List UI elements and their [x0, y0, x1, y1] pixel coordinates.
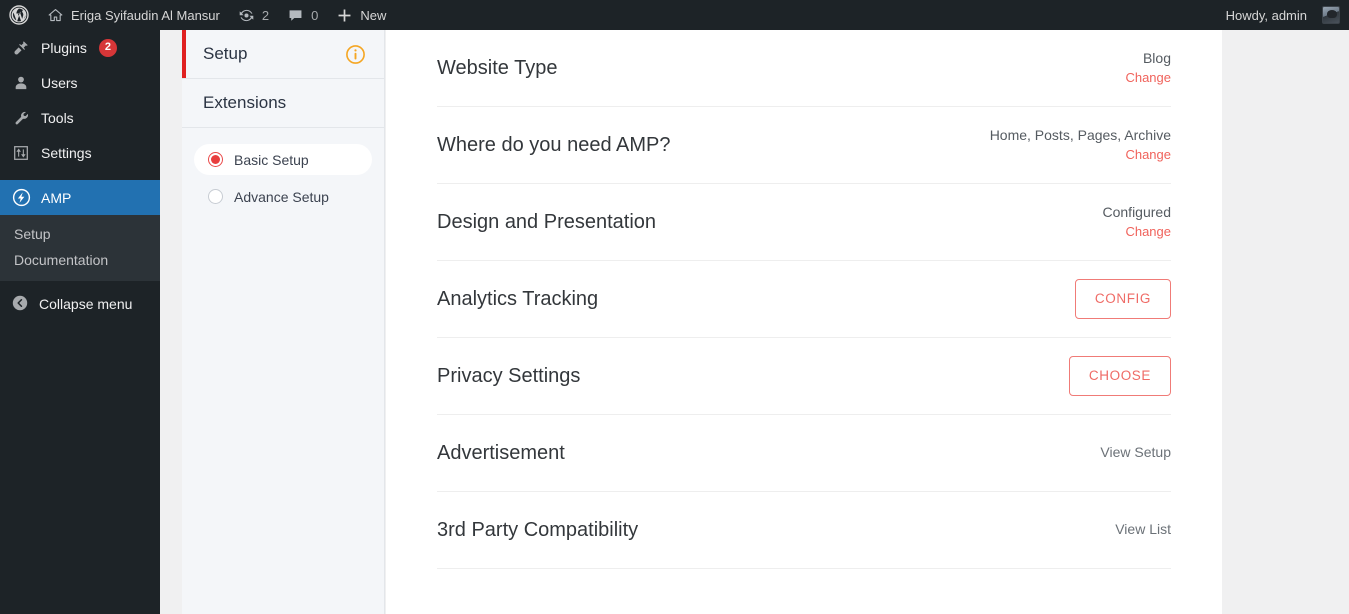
choose-button[interactable]: CHOOSE: [1068, 356, 1171, 396]
change-link[interactable]: Change: [1103, 223, 1171, 242]
row-value: Home, Posts, Pages, Archive: [989, 127, 1171, 144]
sidebar-item-label: Plugins: [41, 39, 87, 56]
config-button[interactable]: CONFIG: [1074, 279, 1171, 319]
view-setup-link[interactable]: View Setup: [1100, 444, 1171, 460]
sidebar-item-tools[interactable]: Tools: [0, 100, 160, 135]
row-title: Website Type: [437, 56, 558, 79]
row-right: CHOOSE: [1068, 356, 1171, 396]
sidebar-item-label: AMP: [41, 189, 72, 206]
plugins-icon: [11, 38, 31, 58]
setup-mode-radio-group: Basic Setup Advance Setup: [182, 128, 384, 212]
submenu-item-documentation[interactable]: Documentation: [0, 247, 160, 273]
row-value: Configured: [1102, 204, 1172, 221]
change-link[interactable]: Change: [990, 146, 1171, 165]
amp-submenu: Setup Documentation: [0, 215, 160, 281]
avatar: [1322, 6, 1340, 24]
site-name-menu[interactable]: Eriga Syifaudin Al Mansur: [38, 0, 229, 30]
row-right: Home, Posts, Pages, Archive Change: [990, 125, 1171, 164]
row-right: View List: [1115, 518, 1171, 541]
row-title: Advertisement: [437, 441, 565, 464]
sidebar-item-amp[interactable]: AMP: [0, 180, 168, 215]
sidebar-item-label: Settings: [41, 144, 92, 161]
tools-icon: [11, 108, 31, 128]
change-link[interactable]: Change: [1125, 69, 1171, 88]
menu-separator: [0, 170, 160, 180]
new-content-menu[interactable]: New: [327, 0, 395, 30]
comments-menu[interactable]: 0: [278, 0, 327, 30]
updates-count: 2: [261, 7, 270, 23]
collapse-menu-button[interactable]: Collapse menu: [0, 287, 160, 321]
updates-menu[interactable]: 2: [229, 0, 278, 30]
row-value: Blog: [1142, 50, 1171, 67]
sidebar-item-users[interactable]: Users: [0, 65, 160, 100]
row-title: Design and Presentation: [437, 210, 657, 233]
row-right: Configured Change: [1103, 202, 1172, 241]
radio-basic-setup-label: Basic Setup: [234, 151, 309, 168]
updates-icon: [238, 7, 255, 24]
comments-count: 0: [311, 7, 319, 23]
plugins-update-badge: 2: [98, 38, 117, 57]
submenu-item-setup[interactable]: Setup: [0, 221, 160, 247]
tab-setup[interactable]: Setup: [182, 30, 384, 79]
info-icon[interactable]: [345, 44, 366, 65]
table-row: Analytics Tracking CONFIG: [437, 261, 1171, 338]
comments-icon: [287, 7, 304, 24]
wordpress-logo-icon: [9, 5, 29, 25]
collapse-icon: [11, 294, 29, 315]
home-icon: [47, 7, 64, 24]
sidebar-item-plugins[interactable]: Plugins 2: [0, 30, 160, 65]
amp-icon: [11, 188, 31, 208]
table-row: Privacy Settings CHOOSE: [437, 338, 1171, 415]
tab-setup-label: Setup: [203, 44, 248, 63]
row-title: 3rd Party Compatibility: [437, 518, 639, 541]
view-list-link[interactable]: View List: [1115, 521, 1171, 537]
row-right: View Setup: [1100, 441, 1171, 464]
radio-basic-setup[interactable]: Basic Setup: [194, 144, 372, 175]
radio-advance-setup[interactable]: Advance Setup: [194, 181, 372, 212]
howdy-label: Howdy, admin: [1225, 7, 1307, 23]
settings-icon: [11, 143, 31, 163]
admin-sidebar-menu: Plugins 2 Users Tools Settings AMP Setup…: [0, 30, 168, 614]
settings-nav-panel: Setup Extensions Basic Setup Advance Set…: [182, 30, 385, 614]
row-title: Analytics Tracking: [437, 287, 599, 310]
tab-extensions-label: Extensions: [203, 93, 287, 112]
sidebar-item-label: Tools: [41, 109, 74, 126]
amp-setup-page: Setup Extensions Basic Setup Advance Set…: [160, 30, 1349, 614]
users-icon: [11, 73, 31, 93]
table-row: Advertisement View Setup: [437, 415, 1171, 492]
my-account-menu[interactable]: Howdy, admin: [1217, 0, 1349, 30]
collapse-menu-label: Collapse menu: [39, 296, 133, 312]
row-right: CONFIG: [1074, 279, 1171, 319]
radio-advance-setup-label: Advance Setup: [234, 188, 329, 205]
settings-content-card: Website Type Blog Change Where do you ne…: [386, 30, 1222, 614]
sidebar-item-settings[interactable]: Settings: [0, 135, 160, 170]
plus-icon: [336, 7, 353, 24]
table-row: Where do you need AMP? Home, Posts, Page…: [437, 107, 1171, 184]
sidebar-item-label: Users: [41, 74, 78, 91]
tab-extensions[interactable]: Extensions: [182, 79, 384, 128]
site-name-label: Eriga Syifaudin Al Mansur: [71, 7, 220, 23]
table-row: Design and Presentation Configured Chang…: [437, 184, 1171, 261]
row-title: Privacy Settings: [437, 364, 581, 387]
admin-bar: Eriga Syifaudin Al Mansur 2 0 New Howdy,…: [0, 0, 1349, 30]
radio-indicator: [208, 189, 223, 204]
new-content-label: New: [360, 7, 387, 23]
radio-indicator: [208, 152, 223, 167]
table-row: 3rd Party Compatibility View List: [437, 492, 1171, 569]
table-row: Website Type Blog Change: [437, 30, 1171, 107]
row-title: Where do you need AMP?: [437, 133, 671, 156]
row-right: Blog Change: [1125, 48, 1171, 87]
wp-logo-menu[interactable]: [0, 0, 38, 30]
